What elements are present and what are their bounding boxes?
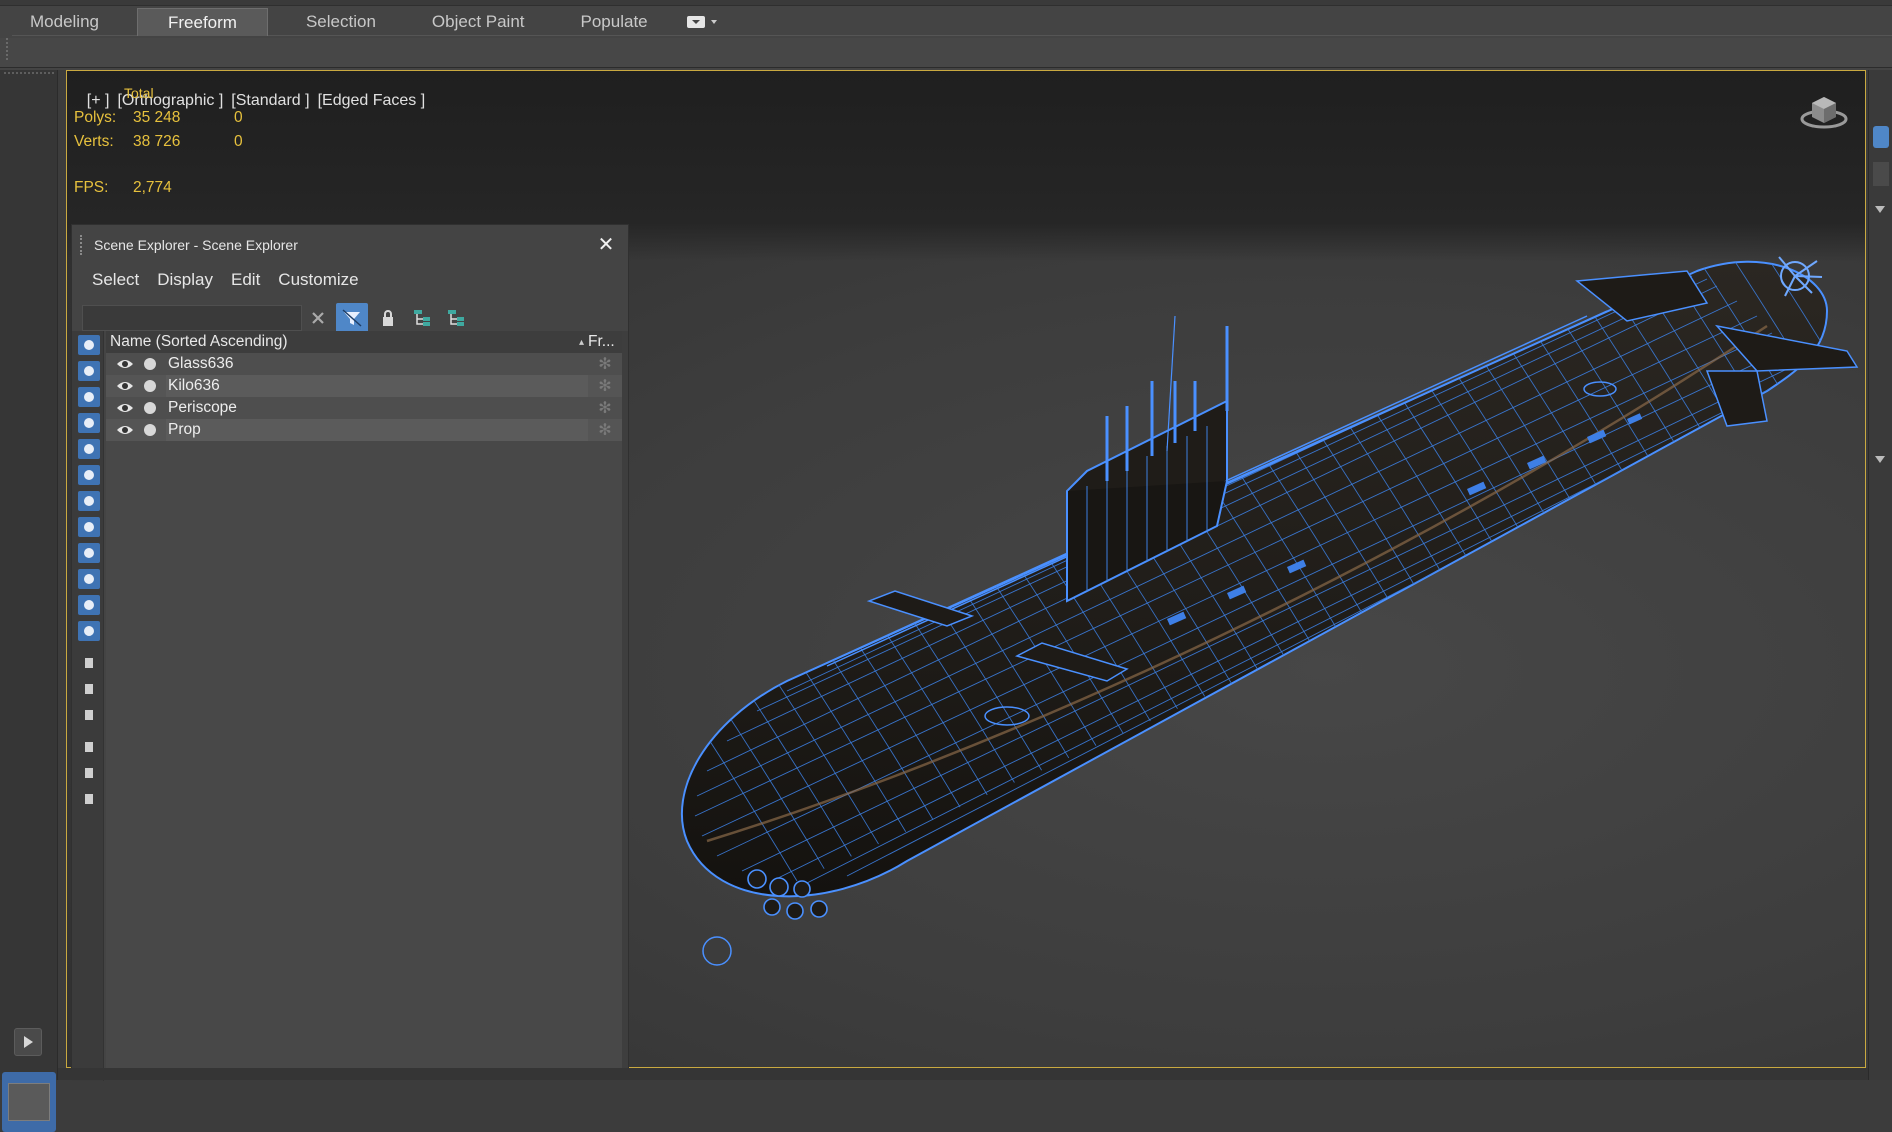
play-icon[interactable] [14,1028,42,1056]
command-panel-tab[interactable] [1873,126,1889,148]
ribbon-options-icon[interactable] [686,11,728,33]
sort-ascending-icon: ▴ [578,336,584,348]
menu-display[interactable]: Display [157,270,213,290]
freeze-icon[interactable]: ✻ [588,376,622,396]
stats-polys-label: Polys: [74,109,117,126]
stats-polys-selected: 0 [234,109,243,126]
shapes-filter-icon[interactable] [78,361,100,381]
menu-edit[interactable]: Edit [231,270,260,290]
layers-icon[interactable] [78,789,100,809]
spacewarps-filter-icon[interactable] [78,465,100,485]
eye-icon[interactable] [116,402,138,414]
helpers-filter-icon[interactable] [78,439,100,459]
viewcube-icon[interactable] [1799,89,1849,131]
scene-explorer-panel: Scene Explorer - Scene Explorer ✕ Select… [71,224,629,1081]
cameras-filter-icon[interactable] [78,413,100,433]
stats-total-label: Total [124,85,154,101]
object-name[interactable]: Glass636 [166,353,588,375]
menu-select[interactable]: Select [92,270,139,290]
freeze-icon[interactable]: ✻ [588,420,622,440]
collapse-arrow-icon[interactable] [1875,206,1885,213]
stats-verts-selected: 0 [234,133,243,150]
lock-icon[interactable] [372,303,404,333]
toolbar-grip[interactable] [4,72,54,76]
status-bar-edge [58,1068,1868,1080]
freeze-icon[interactable]: ✻ [588,398,622,418]
scrollbar[interactable] [622,331,628,1071]
object-dot-icon [144,380,156,392]
active-viewport-thumbnail[interactable] [2,1072,56,1132]
select-all-icon[interactable] [78,653,100,673]
viewport-label[interactable]: [+ ] [Orthographic ] [Standard ] [Edged Fac… [69,74,433,128]
viewport-edges-menu[interactable]: [Edged Faces ] [318,92,426,109]
scene-explorer-title: Scene Explorer - Scene Explorer [94,237,298,253]
list-item[interactable]: Periscope ✻ [106,397,622,419]
xrefs-filter-icon[interactable] [78,517,100,537]
object-name[interactable]: Prop [166,419,588,441]
select-invert-icon[interactable] [78,705,100,725]
list-header[interactable]: Name (Sorted Ascending) ▴ Fr... [106,331,622,353]
scene-explorer-titlebar[interactable]: Scene Explorer - Scene Explorer [72,225,628,265]
list-empty-area[interactable] [106,441,622,1071]
tab-selection[interactable]: Selection [288,8,394,36]
select-none-icon[interactable] [78,679,100,699]
left-toolbar [0,70,58,1132]
tab-object-paint[interactable]: Object Paint [414,8,543,36]
filter-toggle-icon[interactable] [78,763,100,783]
tab-populate[interactable]: Populate [563,8,666,36]
eye-icon[interactable] [116,380,138,392]
list-item[interactable]: Glass636 ✻ [106,353,622,375]
ribbon-panel-strip [0,38,1892,68]
stats-polys-total: 35 248 [133,109,181,126]
stats-verts-total: 38 726 [133,133,181,150]
hidden-filter-icon[interactable] [78,621,100,641]
lights-filter-icon[interactable] [78,387,100,407]
filter-icon[interactable] [336,303,368,333]
column-frozen[interactable]: Fr... [588,333,622,351]
menu-customize[interactable]: Customize [278,270,358,290]
object-dot-icon [144,424,156,436]
ribbon-grip[interactable] [6,38,10,60]
eye-icon[interactable] [116,358,138,370]
clear-search-icon[interactable] [302,303,334,333]
viewport-plus-menu[interactable]: [+ ] [87,92,110,109]
groups-filter-icon[interactable] [78,491,100,511]
object-name[interactable]: Kilo636 [166,375,588,397]
ribbon-tab-bar: Modeling Freeform Selection Object Paint… [12,7,1892,36]
eye-icon[interactable] [116,424,138,436]
command-panel-field[interactable] [1873,162,1889,186]
ribbon-top-edge [0,0,1892,6]
list-item[interactable]: Prop ✻ [106,419,622,441]
stats-fps-label: FPS: [74,179,109,196]
column-name[interactable]: Name (Sorted Ascending) [110,333,579,351]
freeze-icon[interactable]: ✻ [588,354,622,374]
stats-fps-value: 2,774 [133,179,172,196]
tab-modeling[interactable]: Modeling [12,8,117,36]
hierarchy-sort-icon[interactable] [440,303,472,333]
object-dot-icon [144,402,156,414]
tab-freeform[interactable]: Freeform [137,7,268,36]
list-item[interactable]: Kilo636 ✻ [106,375,622,397]
command-panel-edge[interactable] [1868,70,1892,1080]
filter-settings-icon[interactable] [78,737,100,757]
object-dot-icon [144,358,156,370]
close-icon[interactable]: ✕ [596,235,616,255]
panel-grip[interactable] [80,235,86,255]
containers-filter-icon[interactable] [78,569,100,589]
viewport-shading-menu[interactable]: [Standard ] [231,92,309,109]
ribbon: Modeling Freeform Selection Object Paint… [0,0,1892,70]
scene-explorer-menubar: Select Display Edit Customize [72,265,628,295]
collapse-arrow-icon[interactable] [1875,456,1885,463]
bones-filter-icon[interactable] [78,543,100,563]
hierarchy-icon[interactable] [406,303,438,333]
frozen-filter-icon[interactable] [78,595,100,615]
search-input[interactable] [82,305,302,331]
filter-icon-column [72,331,104,1081]
geometry-filter-icon[interactable] [78,335,100,355]
stats-verts-label: Verts: [74,133,114,150]
object-name[interactable]: Periscope [166,397,588,419]
